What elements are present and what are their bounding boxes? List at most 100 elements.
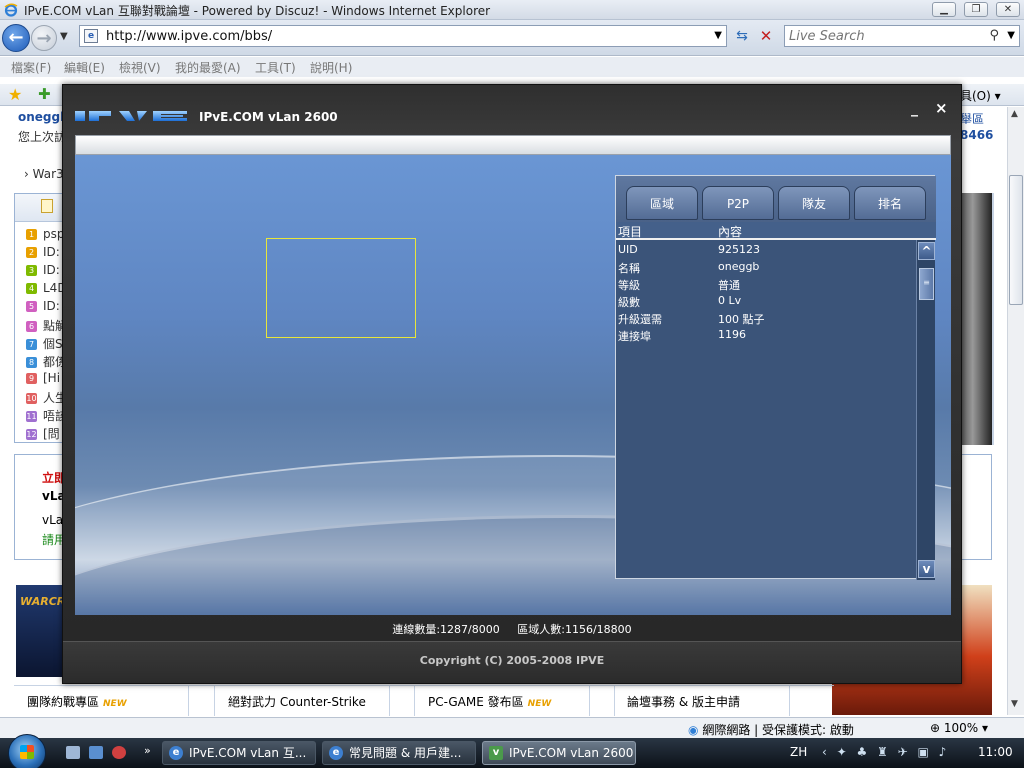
page-scroll-thumb[interactable]	[1009, 175, 1023, 305]
latest-post-item[interactable]: 6 點解	[26, 317, 67, 335]
latest-post-item[interactable]: 4 L4D	[26, 281, 67, 299]
tab-teammates[interactable]: 隊友	[778, 186, 850, 220]
zoom-level-button[interactable]: ⊕ 100% ▾	[930, 721, 988, 735]
info-table-rows: UID 925123 名稱 oneggb 等級 普通 級數 0 Lv 升級還需 100 點子 連接埠…	[616, 242, 916, 344]
quicklaunch-app-icon[interactable]	[112, 746, 126, 759]
category-pc-game[interactable]: PC-GAME 發布區 NEW	[428, 693, 551, 710]
latest-post-item[interactable]: 10 人生	[26, 389, 67, 407]
app-close-button[interactable]: ×	[935, 99, 948, 117]
vlan-app-icon: v	[489, 746, 503, 760]
scroll-up-icon[interactable]: ▲	[1011, 109, 1018, 119]
info-row-value: 1196	[718, 328, 746, 341]
info-row-key: 升級還需	[618, 313, 662, 326]
menu-favorites[interactable]: 我的最愛(A)	[175, 59, 241, 76]
menu-edit[interactable]: 編輯(E)	[64, 59, 105, 76]
info-row-value: 普通	[718, 279, 740, 292]
restore-button[interactable]: ❐	[964, 2, 988, 17]
taskbar-button-forum[interactable]: e IPvE.COM vLan 互...	[162, 741, 316, 765]
search-input[interactable]	[789, 28, 985, 44]
tab-p2p[interactable]: P2P	[702, 186, 774, 220]
forum-category-row: 團隊約戰專區 NEW 絕對武力 Counter-Strike PC-GAME 發布…	[14, 685, 834, 716]
start-button[interactable]	[8, 734, 46, 768]
clock[interactable]: 11:00	[978, 745, 1013, 759]
latest-post-item[interactable]: 7 個S	[26, 335, 67, 353]
side-number: 8466	[960, 128, 994, 142]
category-forum-affairs[interactable]: 論壇事務 & 版主申請	[627, 693, 740, 710]
latest-post-item[interactable]: 9 [Hi	[26, 371, 67, 389]
minimize-button[interactable]: ▁	[932, 2, 956, 17]
search-box[interactable]: ⚲ ▼	[784, 25, 1020, 47]
info-row-key: 連接埠	[618, 330, 651, 343]
latest-post-title[interactable]: [Hi	[43, 371, 60, 385]
forward-button[interactable]: →	[31, 25, 57, 51]
language-indicator[interactable]: ZH	[790, 745, 807, 759]
info-row-key: 等級	[618, 279, 640, 292]
back-button[interactable]: ←	[2, 24, 30, 52]
latest-post-title[interactable]: ID:	[43, 263, 60, 277]
search-icon[interactable]: ⚲	[989, 28, 999, 43]
new-badge: NEW	[527, 699, 552, 709]
tools-menu-button[interactable]: 具(O) ▾	[960, 87, 1001, 104]
close-window-button[interactable]: ✕	[996, 2, 1020, 17]
app-minimize-button[interactable]: _	[911, 101, 918, 117]
new-badge: NEW	[103, 699, 127, 709]
latest-post-item[interactable]: 12 [問	[26, 425, 67, 443]
info-row-value: oneggb	[718, 260, 760, 273]
latest-posts-list: 1 psp 2 ID: 3 ID: 4 L4D 5 ID: 6 點解 7 個S 8 都係 9 [Hi 10 人生 11 唔…	[26, 227, 67, 443]
rank-number-icon: 7	[26, 339, 37, 350]
scroll-down-icon[interactable]: ▼	[1011, 699, 1018, 709]
menu-tools[interactable]: 工具(T)	[255, 59, 296, 76]
search-options-icon[interactable]: ▼	[1007, 30, 1015, 41]
address-dropdown-icon[interactable]: ▼	[714, 30, 722, 41]
address-url[interactable]: http://www.ipve.com/bbs/	[106, 29, 272, 44]
side-link[interactable]: 舉區	[960, 110, 984, 127]
taskbar-button-faq[interactable]: e 常見問題 & 用戶建...	[322, 741, 476, 765]
favorites-star-icon[interactable]: ★	[8, 85, 22, 104]
latest-post-title[interactable]: ID:	[43, 299, 60, 313]
latest-post-title[interactable]: 個S	[43, 337, 63, 351]
scroll-up-button[interactable]: ^	[918, 242, 935, 260]
info-row: 級數 0 Lv	[616, 293, 916, 310]
scroll-down-button[interactable]: v	[918, 560, 935, 578]
panel-scroll-thumb[interactable]: ≡	[919, 268, 934, 300]
latest-post-item[interactable]: 3 ID:	[26, 263, 67, 281]
system-tray-icons[interactable]: ‹ ✦ ♣ ♜ ✈ ▣ ♪	[822, 745, 949, 759]
rank-number-icon: 4	[26, 283, 37, 294]
latest-post-item[interactable]: 5 ID:	[26, 299, 67, 317]
stop-button[interactable]: ✕	[756, 27, 776, 47]
windows-taskbar: » e IPvE.COM vLan 互... e 常見問題 & 用戶建... v…	[0, 734, 1024, 768]
page-scrollbar[interactable]: ▲ ▼	[1007, 107, 1024, 715]
category-team-battle[interactable]: 團隊約戰專區 NEW	[27, 693, 127, 710]
info-row: UID 925123	[616, 242, 916, 259]
latest-post-title[interactable]: ID:	[43, 245, 60, 259]
refresh-button[interactable]: ⇆	[732, 27, 752, 47]
latest-post-item[interactable]: 1 psp	[26, 227, 67, 245]
warcraft-banner[interactable]: WARCR	[16, 585, 65, 677]
address-bar[interactable]: e http://www.ipve.com/bbs/ ▼	[79, 25, 727, 47]
menu-file[interactable]: 檔案(F)	[11, 59, 51, 76]
latest-post-title[interactable]: [問	[43, 427, 60, 441]
rank-number-icon: 8	[26, 357, 37, 368]
latest-post-item[interactable]: 11 唔該	[26, 407, 67, 425]
arrow-right-icon: →	[36, 28, 52, 49]
rank-number-icon: 10	[26, 393, 37, 404]
tab-region[interactable]: 區域	[626, 186, 698, 220]
switch-windows-icon[interactable]	[89, 746, 103, 759]
breadcrumb[interactable]: › War3	[24, 167, 64, 181]
info-row: 連接埠 1196	[616, 327, 916, 344]
show-desktop-icon[interactable]	[66, 746, 80, 759]
panel-scrollbar[interactable]: ^ ≡ v	[916, 240, 935, 580]
recent-pages-dropdown[interactable]: ▼	[60, 31, 68, 42]
tab-ranking[interactable]: 排名	[854, 186, 926, 220]
category-counter-strike[interactable]: 絕對武力 Counter-Strike	[228, 693, 366, 710]
quicklaunch-more-icon[interactable]: »	[144, 744, 151, 757]
info-row-value: 100 點子	[718, 313, 765, 326]
menu-help[interactable]: 說明(H)	[310, 59, 352, 76]
latest-post-item[interactable]: 8 都係	[26, 353, 67, 371]
add-favorite-icon[interactable]: ✚	[38, 85, 51, 103]
menu-view[interactable]: 檢視(V)	[119, 59, 161, 76]
taskbar-button-vlan[interactable]: v IPvE.COM vLan 2600	[482, 741, 636, 765]
panel-tabs: 區域 P2P 隊友 排名	[616, 176, 936, 222]
rank-number-icon: 5	[26, 301, 37, 312]
latest-post-item[interactable]: 2 ID:	[26, 245, 67, 263]
